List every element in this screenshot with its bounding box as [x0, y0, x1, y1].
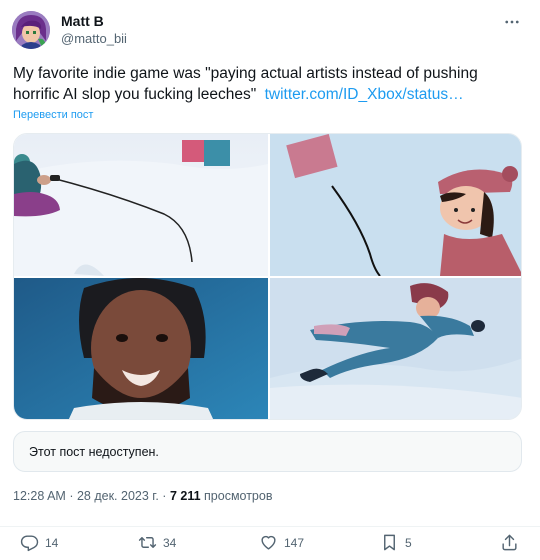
action-bar: 14 34 147 5: [0, 526, 540, 556]
meta-separator: ·: [69, 489, 74, 503]
repost-count: 34: [163, 535, 177, 550]
media-image-3[interactable]: [14, 278, 268, 419]
reply-icon: [20, 535, 39, 552]
media-image-4[interactable]: [270, 278, 521, 419]
repost-button[interactable]: 34: [138, 533, 176, 552]
reply-count: 14: [45, 535, 59, 550]
bookmark-icon: [384, 534, 395, 551]
avatar[interactable]: [12, 11, 50, 49]
meta-separator: ·: [162, 489, 167, 503]
repost-icon: [138, 537, 157, 548]
tweet-date[interactable]: 28 дек. 2023 г.: [77, 489, 159, 503]
views-count: 7 211: [169, 489, 201, 503]
author-name[interactable]: Matt B: [61, 13, 104, 29]
like-button[interactable]: 147: [259, 533, 304, 552]
more-icon[interactable]: [500, 13, 524, 31]
share-icon: [502, 534, 517, 551]
like-count: 147: [284, 535, 305, 550]
tweet-time[interactable]: 12:28 AM: [13, 489, 66, 503]
bookmark-button[interactable]: 5: [380, 533, 412, 552]
tweet-text: My favorite indie game was "paying actua…: [13, 63, 523, 105]
media-image-1[interactable]: [14, 134, 268, 276]
media-grid: [13, 133, 522, 420]
tweet-link[interactable]: twitter.com/ID_Xbox/status…: [265, 86, 464, 103]
reply-button[interactable]: 14: [20, 533, 58, 552]
bookmark-count: 5: [405, 535, 412, 550]
like-icon: [261, 535, 276, 550]
share-button[interactable]: [500, 533, 519, 552]
translate-link[interactable]: Перевести пост: [13, 109, 93, 121]
media-image-2[interactable]: [270, 134, 521, 276]
tweet-meta: 12:28 AM · 28 дек. 2023 г. · 7 211 просм…: [13, 489, 272, 503]
quoted-post-unavailable: Этот пост недоступен.: [13, 431, 522, 472]
author-handle[interactable]: @matto_bii: [61, 31, 127, 46]
views-label: просмотров: [204, 489, 273, 503]
tweet-header: Matt B @matto_bii: [12, 11, 528, 51]
